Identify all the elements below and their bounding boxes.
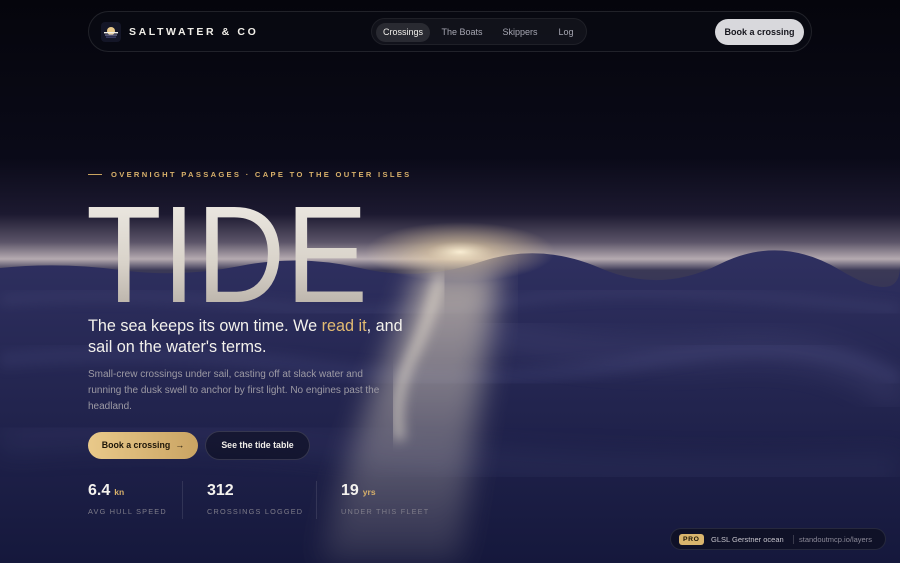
stat-value: 19 bbox=[341, 482, 359, 499]
hero-title-text: TIDE bbox=[86, 178, 368, 318]
brand-name: SALTWATER & CO bbox=[129, 26, 259, 38]
nav-links: Crossings The Boats Skippers Log bbox=[371, 18, 587, 45]
nav-link-crossings[interactable]: Crossings bbox=[376, 23, 430, 42]
eyebrow-rule bbox=[88, 173, 102, 175]
pro-link[interactable]: standoutmcp.io/layers bbox=[799, 533, 872, 546]
pro-separator bbox=[793, 535, 794, 544]
stat-unit: yrs bbox=[362, 487, 376, 497]
brand[interactable]: SALTWATER & CO bbox=[101, 21, 258, 43]
nav-link-the-boats[interactable]: The Boats bbox=[434, 23, 490, 42]
pro-tag: PRO bbox=[679, 534, 704, 545]
headline-part-1: The sea keeps its own time. We bbox=[88, 317, 322, 335]
stat-label: UNDER THIS FLEET bbox=[341, 507, 430, 516]
stat-unit: kn bbox=[114, 487, 125, 497]
stat-value: 312 bbox=[207, 482, 234, 499]
hero-title: TIDE bbox=[86, 178, 368, 318]
hero-body-copy: Small-crew crossings under sail, casting… bbox=[88, 369, 380, 412]
stat-label: AVG HULL SPEED bbox=[88, 507, 167, 516]
nav-link-skippers[interactable]: Skippers bbox=[494, 23, 546, 42]
hero-headline: The sea keeps its own time. We read it, … bbox=[88, 316, 418, 358]
book-crossing-label: Book a crossing bbox=[101, 440, 171, 450]
headline-accent: read it bbox=[321, 317, 367, 335]
top-navigation: SALTWATER & CO Crossings The Boats Skipp… bbox=[88, 11, 812, 52]
stat-value: 6.4 bbox=[88, 482, 111, 499]
stat-divider bbox=[182, 481, 183, 519]
sun-over-water-icon bbox=[101, 22, 121, 42]
pro-badge[interactable]: PRO GLSL Gerstner ocean standoutmcp.io/l… bbox=[670, 528, 886, 550]
tide-table-button[interactable]: See the tide table bbox=[205, 431, 310, 460]
book-crossing-button[interactable]: Book a crossing → bbox=[88, 432, 198, 459]
stat-fleet-years: 19 yrs UNDER THIS FLEET bbox=[341, 482, 428, 516]
stat-hull-speed: 6.4 kn AVG HULL SPEED bbox=[88, 482, 166, 516]
stat-crossings: 312 CROSSINGS LOGGED bbox=[207, 482, 302, 516]
book-crossing-nav-button[interactable]: Book a crossing bbox=[715, 19, 804, 45]
pro-label: GLSL Gerstner ocean bbox=[711, 535, 784, 544]
nav-link-log[interactable]: Log bbox=[550, 23, 582, 42]
page: SALTWATER & CO Crossings The Boats Skipp… bbox=[0, 0, 900, 563]
stat-divider bbox=[316, 481, 317, 519]
stat-label: CROSSINGS LOGGED bbox=[207, 507, 304, 516]
arrow-right-icon: → bbox=[175, 440, 185, 450]
